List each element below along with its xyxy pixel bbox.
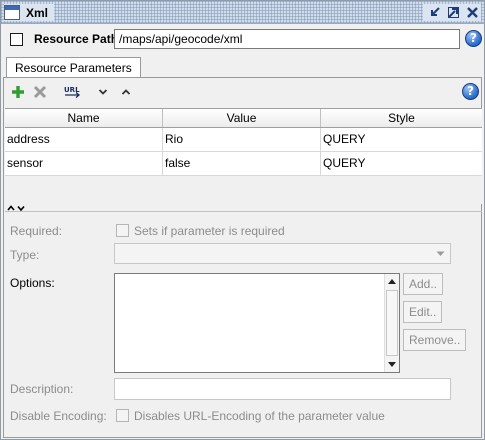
cell-name[interactable]: address [5, 128, 163, 151]
options-list[interactable] [114, 273, 400, 373]
help-icon[interactable]: ? [465, 30, 482, 47]
table-header: Name Value Style [5, 109, 482, 128]
type-label: Type: [10, 248, 40, 262]
remove-option-button[interactable]: Remove.. [403, 329, 467, 351]
scroll-down-icon[interactable] [385, 357, 399, 372]
minimize-icon[interactable] [426, 4, 443, 21]
required-description: Sets if parameter is required [134, 224, 285, 238]
move-up-icon[interactable] [117, 83, 135, 101]
url-icon[interactable]: URL [62, 83, 84, 101]
description-input[interactable] [114, 378, 451, 400]
remove-icon[interactable] [31, 83, 49, 101]
resource-path-checkbox[interactable] [10, 33, 23, 46]
restore-icon[interactable] [445, 4, 462, 21]
scroll-up-icon[interactable] [385, 274, 399, 289]
close-icon[interactable] [464, 4, 481, 21]
chevron-down-icon[interactable] [433, 246, 448, 261]
table-row[interactable]: sensor false QUERY [5, 152, 482, 176]
cell-value[interactable]: false [163, 152, 321, 175]
options-label: Options: [10, 276, 55, 290]
xml-window: Xml Resource Path /maps/api/geocode/xml … [0, 0, 485, 440]
cell-style[interactable]: QUERY [321, 128, 482, 151]
window-icon [4, 5, 20, 20]
scrollbar-thumb[interactable] [386, 290, 398, 356]
column-header-style[interactable]: Style [321, 109, 482, 127]
edit-option-button[interactable]: Edit.. [403, 301, 443, 323]
url-icon-text: URL [64, 86, 80, 94]
add-icon[interactable] [9, 83, 27, 101]
required-checkbox[interactable] [116, 224, 129, 237]
resource-parameters-panel: URL ? Name Value Style address Rio QUERY [3, 77, 482, 438]
disable-encoding-checkbox[interactable] [116, 409, 129, 422]
cell-name[interactable]: sensor [5, 152, 163, 175]
table-row[interactable]: address Rio QUERY [5, 128, 482, 152]
required-label: Required: [10, 224, 63, 238]
split-pane-divider[interactable] [5, 204, 482, 212]
parameters-toolbar: URL ? [7, 81, 481, 103]
disable-encoding-label: Disable Encoding: [10, 409, 107, 423]
disable-encoding-description: Disables URL-Encoding of the parameter v… [134, 409, 385, 423]
type-combobox[interactable] [114, 243, 451, 264]
tab-resource-parameters[interactable]: Resource Parameters [6, 57, 141, 78]
help-icon[interactable]: ? [462, 83, 479, 100]
resource-path-row: Resource Path /maps/api/geocode/xml ? [1, 27, 484, 51]
collapse-arrows-icon[interactable] [7, 204, 29, 212]
window-title: Xml [26, 5, 49, 20]
cell-style[interactable]: QUERY [321, 152, 482, 175]
add-option-button[interactable]: Add.. [403, 273, 444, 295]
window-buttons [423, 4, 481, 21]
tab-strip: Resource Parameters [1, 53, 484, 78]
options-scrollbar[interactable] [384, 274, 399, 372]
column-header-value[interactable]: Value [163, 109, 321, 127]
title-group: Xml [4, 4, 55, 21]
description-label: Description: [10, 382, 74, 396]
parameters-table: Name Value Style address Rio QUERY senso… [5, 108, 482, 204]
resource-path-label: Resource Path [34, 32, 119, 46]
resource-path-input[interactable]: /maps/api/geocode/xml [114, 29, 460, 49]
column-header-name[interactable]: Name [5, 109, 163, 127]
cell-value[interactable]: Rio [163, 128, 321, 151]
move-down-icon[interactable] [94, 83, 112, 101]
title-bar[interactable]: Xml [1, 1, 484, 24]
